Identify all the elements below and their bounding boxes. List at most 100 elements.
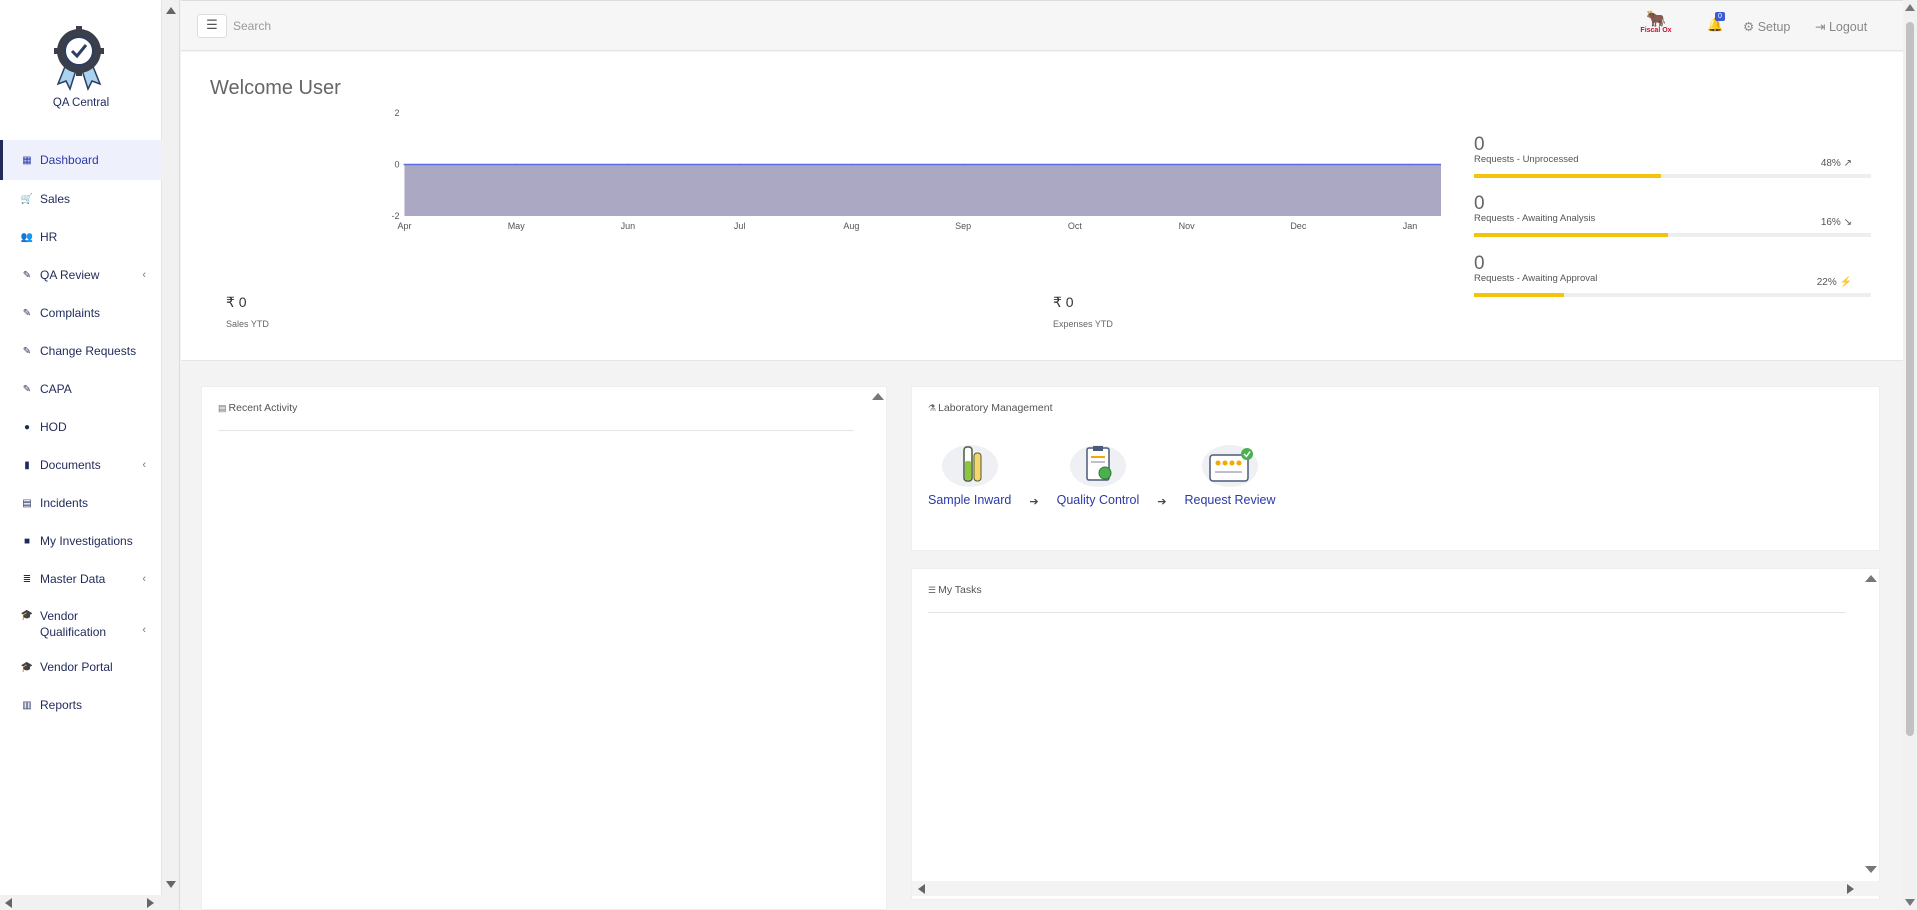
bar-chart-icon: ▥ [22, 699, 32, 711]
stat-value: 0 [1474, 253, 1485, 274]
scroll-left-icon[interactable] [5, 898, 12, 908]
hamburger-icon: ☰ [206, 18, 218, 33]
sidebar-item-reports[interactable]: ▥ Reports [0, 686, 162, 724]
chart-point [962, 163, 965, 166]
laboratory-management-title: Laboratory Management [938, 402, 1053, 414]
stat-unprocessed: 0 Requests - Unprocessed 48% ↗ [1474, 134, 1874, 178]
flask-icon: ⚗ [928, 403, 937, 413]
sidebar-item-master-data[interactable]: ≣ Master Data ‹ [0, 560, 162, 598]
sidebar-item-my-investigations[interactable]: ■ My Investigations [0, 522, 162, 560]
my-tasks-panel: ☰ My Tasks [911, 568, 1881, 900]
folder-icon: ■ [23, 535, 31, 547]
sidebar-item-label: Change Requests [40, 344, 137, 358]
sidebar-item-label: Dashboard [40, 153, 99, 167]
panel-title: ▤ Recent Activity [218, 402, 297, 414]
sidebar: QA Central ▦ Dashboard 🛒 Sales 👥 HR ✎ QA… [0, 0, 162, 910]
user-icon: ● [23, 421, 31, 433]
sign-out-icon: ⇥ [1815, 20, 1829, 34]
sidebar-item-vendor-qualification[interactable]: 🎓 Vendor Qualification ‹ [0, 598, 162, 648]
scroll-down-icon[interactable] [1905, 899, 1915, 906]
stat-progress-bar [1474, 293, 1871, 297]
hamburger-menu-button[interactable]: ☰ [197, 14, 227, 38]
top-bar: ☰ 🐂 Fiscal Ox 🔔 0 ⚙ Setup ⇥ Logout [181, 0, 1903, 51]
expenses-ytd-label: Expenses YTD [1053, 319, 1113, 329]
scroll-up-icon[interactable] [166, 7, 176, 14]
sidebar-item-label: HOD [40, 420, 67, 434]
chart-point [850, 163, 853, 166]
page-vertical-scrollbar[interactable] [1903, 0, 1917, 910]
x-tick-label: Jul [734, 221, 746, 231]
brand-name: Fiscal Ox [1640, 27, 1672, 34]
scroll-down-icon[interactable] [166, 881, 176, 888]
scroll-up-icon[interactable] [872, 393, 884, 400]
sample-inward-step[interactable]: Sample Inward [928, 445, 1011, 507]
sidebar-item-sales[interactable]: 🛒 Sales [0, 180, 162, 218]
calendar-icon: ▤ [218, 403, 227, 413]
sidebar-item-label: Documents [40, 458, 101, 472]
my-tasks-title: My Tasks [938, 584, 982, 596]
sidebar-horizontal-scrollbar[interactable] [0, 895, 162, 910]
stat-label: Requests - Awaiting Analysis [1474, 213, 1596, 224]
stat-progress-fill [1474, 233, 1668, 237]
divider [218, 430, 854, 431]
dashboard-icon: ▦ [22, 154, 32, 166]
stat-percent: 16% ↘ [1821, 217, 1852, 228]
tasks-horizontal-scrollbar[interactable] [912, 881, 1881, 896]
x-tick-label: Sep [955, 221, 971, 231]
divider [928, 612, 1846, 613]
trend-up-icon: ↗ [1843, 158, 1852, 169]
y-tick-label: -2 [392, 211, 400, 221]
stat-value: 0 [1474, 134, 1485, 155]
sidebar-item-label: My Investigations [40, 534, 133, 548]
stat-awaiting-approval: 0 Requests - Awaiting Approval 22% ⚡ [1474, 253, 1874, 297]
edit-icon: ✎ [22, 383, 32, 395]
sidebar-item-label: HR [40, 230, 58, 244]
step-label: Sample Inward [928, 493, 1012, 507]
setup-link[interactable]: ⚙ Setup [1743, 19, 1790, 34]
scroll-up-icon[interactable] [1905, 4, 1915, 11]
review-stars-icon [1202, 445, 1258, 487]
logout-link[interactable]: ⇥ Logout [1815, 19, 1867, 34]
stat-progress-fill [1474, 174, 1661, 178]
sidebar-item-label: Reports [40, 698, 83, 712]
chart-point [515, 163, 518, 166]
sidebar-item-label: Master Data [40, 572, 106, 586]
sidebar-item-dashboard[interactable]: ▦ Dashboard [0, 140, 162, 180]
chart-point [626, 163, 629, 166]
setup-label: Setup [1757, 20, 1791, 34]
scroll-up-icon[interactable] [1865, 575, 1877, 582]
search-input[interactable] [233, 13, 533, 39]
logout-label: Logout [1828, 20, 1868, 34]
sidebar-item-documents[interactable]: ▮ Documents ‹ [0, 446, 162, 484]
sidebar-item-hod[interactable]: ● HOD [0, 408, 162, 446]
edit-icon: ✎ [22, 307, 32, 319]
scrollbar-thumb[interactable] [1906, 22, 1914, 736]
chevron-left-icon: ‹ [142, 459, 146, 471]
scroll-right-icon[interactable] [147, 898, 154, 908]
scroll-left-icon[interactable] [918, 884, 925, 894]
sidebar-item-label: QA Review [40, 268, 100, 282]
sidebar-item-complaints[interactable]: ✎ Complaints [0, 294, 162, 332]
arrow-right-icon: ➔ [1157, 495, 1167, 508]
sidebar-item-qa-review[interactable]: ✎ QA Review ‹ [0, 256, 162, 294]
notification-badge: 0 [1715, 12, 1725, 21]
sidebar-item-change-requests[interactable]: ✎ Change Requests [0, 332, 162, 370]
scroll-right-icon[interactable] [1847, 884, 1854, 894]
clipboard-icon [1069, 445, 1126, 487]
file-icon: ▮ [24, 459, 30, 471]
quality-control-step[interactable]: Quality Control [1057, 445, 1139, 507]
sidebar-item-hr[interactable]: 👥 HR [0, 218, 162, 256]
brand-logo[interactable]: 🐂 Fiscal Ox [1636, 11, 1676, 35]
sidebar-vertical-scrollbar[interactable] [162, 0, 180, 910]
sidebar-item-incidents[interactable]: ▤ Incidents [0, 484, 162, 522]
trend-down-icon: ↘ [1843, 217, 1852, 228]
sidebar-item-capa[interactable]: ✎ CAPA [0, 370, 162, 408]
sidebar-item-vendor-portal[interactable]: 🎓 Vendor Portal [0, 648, 162, 686]
recent-activity-panel: ▤ Recent Activity [201, 386, 887, 910]
scroll-down-icon[interactable] [1865, 866, 1877, 873]
x-tick-label: Nov [1179, 221, 1196, 231]
database-icon: ≣ [22, 573, 32, 585]
bolt-icon: ⚡ [1839, 277, 1852, 288]
edit-icon: ✎ [22, 269, 32, 281]
request-review-step[interactable]: Request Review [1185, 445, 1276, 507]
